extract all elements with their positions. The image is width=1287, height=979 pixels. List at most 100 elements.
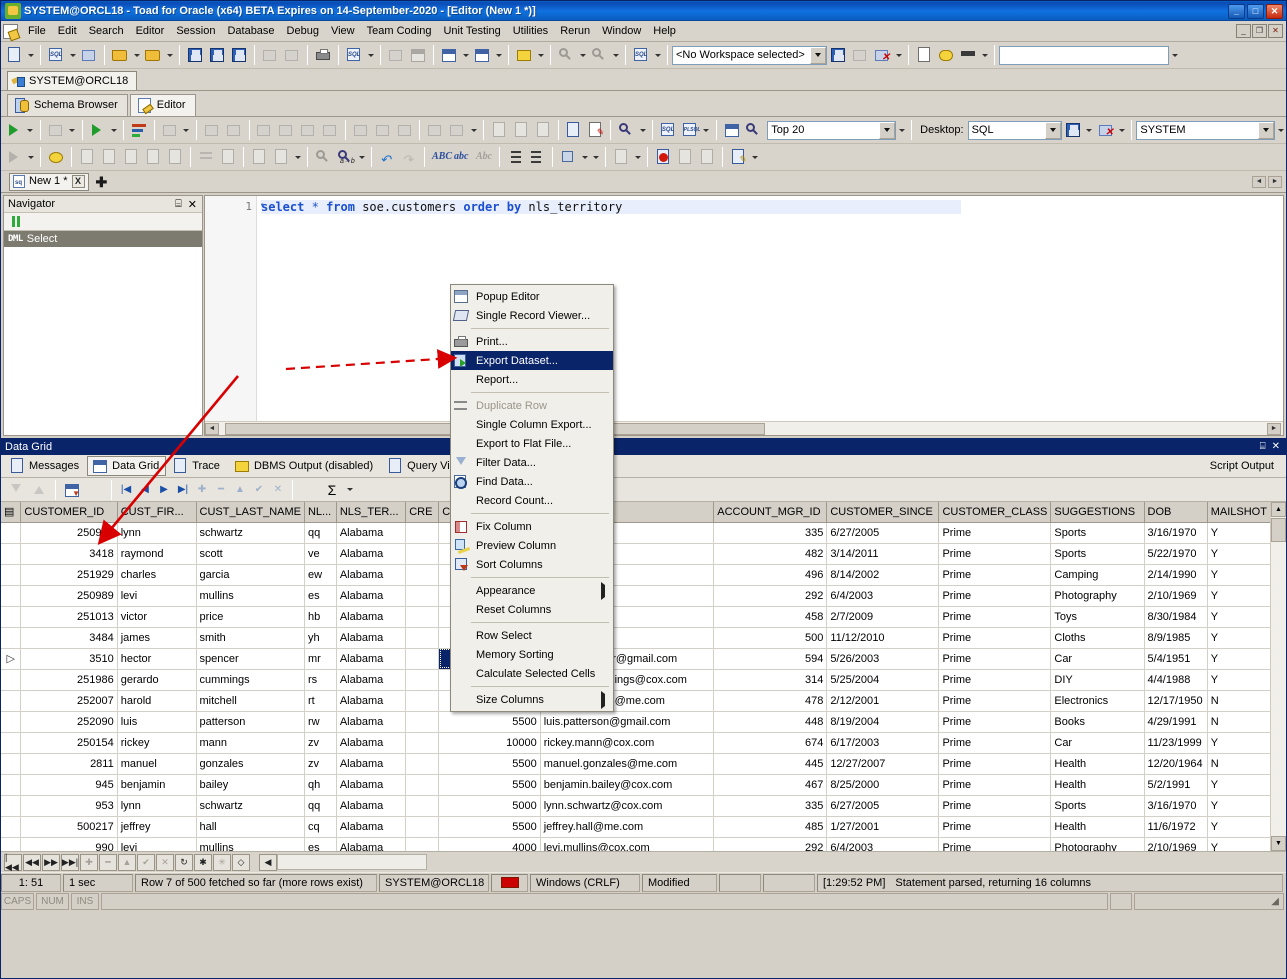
menu-item-session[interactable]: Session (170, 23, 221, 39)
bookmark-dropdown[interactable] (356, 146, 367, 168)
grid-cell-customer-class[interactable]: Prime (938, 606, 1052, 628)
sql-monitor-dropdown[interactable] (652, 44, 663, 66)
xml-format-dropdown[interactable] (579, 146, 590, 168)
grid-cell-mailshot[interactable]: N (1207, 711, 1271, 733)
grid-cell-cust-first-name[interactable]: lynn (117, 795, 197, 817)
open-recent-dropdown[interactable] (164, 44, 175, 66)
grid-compare-button[interactable] (407, 44, 429, 66)
grid-cell-cust-email[interactable]: luis.patterson@gmail.com (540, 711, 715, 733)
grid-cell-dob[interactable]: 2/10/1969 (1144, 585, 1208, 607)
col-header-customer-since[interactable]: CUSTOMER_SINCE (826, 502, 940, 523)
grid-cell-dob[interactable]: 5/2/1991 (1144, 774, 1208, 796)
grid-cell-cust-email[interactable]: rickey.mann@cox.com (540, 732, 715, 754)
grid-cell-nls-lang[interactable]: rt (304, 690, 337, 712)
grid-cell-mailshot[interactable]: Y (1207, 606, 1271, 628)
col-header-dob[interactable]: DOB (1144, 502, 1208, 523)
indent-button[interactable] (195, 146, 217, 168)
grid-cell-cust-last-name[interactable]: gonzales (196, 753, 305, 775)
row-header-cell[interactable] (1, 774, 22, 796)
grid-cell-cust-first-name[interactable]: lynn (117, 522, 197, 544)
menu-item-search[interactable]: Search (83, 23, 130, 39)
grid-cell-cust-last-name[interactable]: mitchell (196, 690, 305, 712)
grid-post-edit-button[interactable]: ✔ (250, 481, 268, 499)
mdi-minimize-button[interactable]: _ (1236, 24, 1251, 38)
grid-cell-suggestions[interactable]: Photography (1050, 585, 1145, 607)
gridnav-prior-button[interactable]: ◀◀ (23, 853, 41, 871)
grid-cell-customer-class[interactable]: Prime (938, 711, 1052, 733)
doc-tab-scroll-right[interactable]: ► (1268, 175, 1282, 188)
grid-cell-nls-lang[interactable]: qq (304, 522, 337, 544)
grid-cell-dob[interactable]: 5/22/1970 (1144, 543, 1208, 565)
grid-cell-suggestions[interactable]: Electronics (1050, 690, 1145, 712)
add-bookmark-button[interactable] (76, 146, 98, 168)
kill-session-button[interactable] (372, 119, 394, 141)
grid-cell-nls-territory[interactable]: Alabama (336, 690, 407, 712)
grid-cell--blank[interactable] (405, 816, 440, 838)
grid-cell-cust-first-name[interactable]: manuel (117, 753, 197, 775)
grid-cell-suggestions[interactable]: Health (1050, 816, 1145, 838)
grid-cell-mailshot[interactable]: Y (1207, 816, 1271, 838)
schema-combo[interactable]: SYSTEM (1136, 120, 1276, 140)
table-row[interactable]: 3484jamessmithyhAlabamail.com50011/12/20… (1, 627, 1286, 649)
comment-dropdown[interactable] (535, 44, 546, 66)
grid-cell-customer-since[interactable]: 8/25/2000 (826, 774, 940, 796)
save-as-button[interactable] (206, 44, 228, 66)
grid-cell-nls-lang[interactable]: zv (304, 753, 337, 775)
grid-cell-account-mgr-id[interactable]: 448 (713, 711, 828, 733)
grid-cell-cust-last-name[interactable]: scott (196, 543, 305, 565)
grid-cell-dob[interactable]: 4/29/1991 (1144, 711, 1208, 733)
gridnav-fetch-more-button[interactable]: ✳ (213, 853, 231, 871)
grid-cell-dob[interactable]: 12/17/1950 (1144, 690, 1208, 712)
grid-next-record-button[interactable]: ▶ (155, 481, 173, 499)
grid-cell-cust-last-name[interactable]: hall (196, 816, 305, 838)
gridnav-post-button[interactable]: ✔ (137, 853, 155, 871)
grid-import-button[interactable] (5, 479, 27, 501)
compare-button[interactable] (385, 44, 407, 66)
menu-item-editor[interactable]: Editor (130, 23, 171, 39)
xml-format-more-dropdown[interactable] (590, 146, 601, 168)
sql-recall-button[interactable]: SQL (343, 44, 365, 66)
grid-cell-customer-id[interactable]: 252007 (20, 690, 118, 712)
bind-variables-dropdown[interactable] (468, 119, 479, 141)
grid-cell-cust-first-name[interactable]: levi (117, 837, 197, 851)
grid-cell-nls-territory[interactable]: Alabama (336, 522, 407, 544)
save-desktop-dropdown[interactable] (1084, 119, 1095, 141)
context-menu-item-appearance[interactable]: Appearance (451, 581, 613, 600)
table-row[interactable]: 3418raymondscottveAlabamae.com4823/14/20… (1, 543, 1286, 565)
grid-cell-customer-id[interactable]: 252090 (20, 711, 118, 733)
grid-cell-mailshot[interactable]: Y (1207, 837, 1271, 851)
grid-cell-dob[interactable]: 8/9/1985 (1144, 627, 1208, 649)
grid-cell-nls-lang[interactable]: yh (304, 627, 337, 649)
execute-current-dropdown[interactable] (108, 119, 119, 141)
help-more-dropdown[interactable] (979, 44, 990, 66)
grid-cell-cust-first-name[interactable]: levi (117, 585, 197, 607)
grid-cell-account-mgr-id[interactable]: 292 (713, 837, 828, 851)
grid-cell--blank[interactable] (405, 690, 440, 712)
grid-cell-nls-lang[interactable]: mr (304, 648, 337, 670)
grid-cell-cust-last-name[interactable]: garcia (196, 564, 305, 586)
grid-cell-customer-class[interactable]: Prime (938, 585, 1052, 607)
grid-cell-suggestions[interactable]: Sports (1050, 795, 1145, 817)
plsql-dropdown[interactable] (701, 119, 712, 141)
edit-workspace-button[interactable] (849, 44, 871, 66)
context-menu-item-row-select[interactable]: Row Select (451, 626, 613, 645)
grid-cell-customer-since[interactable]: 6/4/2003 (826, 837, 940, 851)
col-header-cust-first-name[interactable]: CUST_FIR... (117, 502, 197, 523)
delete-workspace-button[interactable]: ✕ (871, 44, 893, 66)
grid-cell-dob[interactable]: 2/10/1969 (1144, 837, 1208, 851)
grid-cell-dob[interactable]: 3/16/1970 (1144, 795, 1208, 817)
col-header-nls-lang[interactable]: NL... (304, 502, 337, 523)
workspace-combo-arrow[interactable] (810, 46, 826, 64)
save-workspace-button[interactable] (827, 44, 849, 66)
grid-vscroll-thumb[interactable] (1271, 518, 1286, 542)
grid-vertical-scrollbar[interactable]: ▲ ▼ (1270, 502, 1286, 851)
table-row[interactable]: 990 levi mullins es Alabama 4000 levi.mullins@… (1, 837, 1286, 851)
grid-cell-cust-first-name[interactable]: hector (117, 648, 197, 670)
save-snippet-as-button[interactable] (142, 146, 164, 168)
grid-cell-nls-lang[interactable]: es (304, 837, 337, 851)
save-button[interactable] (184, 44, 206, 66)
save-snippet-button[interactable] (120, 146, 142, 168)
grid-cell-suggestions[interactable]: Health (1050, 774, 1145, 796)
print-button[interactable] (312, 44, 334, 66)
menu-item-window[interactable]: Window (596, 23, 647, 39)
